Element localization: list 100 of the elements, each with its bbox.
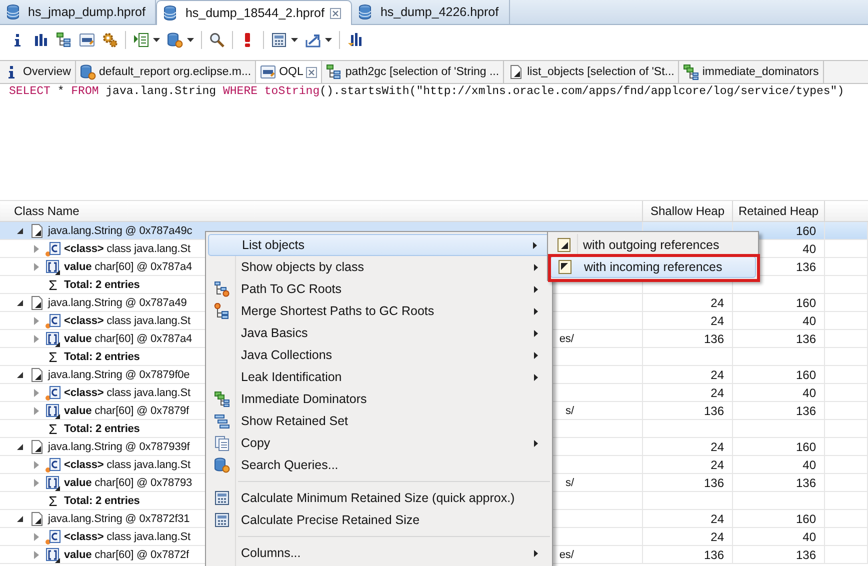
retained-heap-value: 40 — [802, 314, 816, 328]
shallow-heap-value: 24 — [710, 458, 724, 472]
shallow-heap-value: 136 — [704, 548, 724, 562]
query-icon — [260, 64, 276, 80]
class-name: <class> class java.lang.St — [64, 242, 190, 254]
class-name: <class> class java.lang.St — [64, 530, 190, 542]
tree-icon — [214, 303, 230, 319]
menu-item[interactable]: List objects — [208, 234, 550, 256]
caret-icon[interactable] — [187, 38, 194, 42]
sum-icon: Σ — [45, 276, 61, 292]
editor-tab[interactable]: hs_dump_4226.hprof — [352, 0, 510, 24]
bar-chart-icon[interactable] — [33, 32, 49, 48]
retained-heap-value: 136 — [796, 476, 816, 490]
collapse-arrow-icon[interactable] — [16, 298, 26, 308]
query-icon[interactable] — [79, 32, 95, 48]
class-name: Total: 2 entries — [64, 422, 140, 434]
caret-icon[interactable] — [325, 38, 332, 42]
copy-icon — [214, 435, 230, 451]
close-icon[interactable] — [330, 8, 342, 18]
document-icon — [29, 294, 45, 310]
menu-item[interactable]: with incoming references — [550, 256, 756, 278]
class-name: value char[60] @ 0x787a4 — [64, 260, 192, 272]
shallow-heap-value: 24 — [710, 386, 724, 400]
class-name: <class> class java.lang.St — [64, 386, 190, 398]
retained-heap-value: 136 — [796, 548, 816, 562]
menu-item[interactable]: Calculate Precise Retained Size — [208, 509, 550, 531]
close-icon[interactable] — [306, 66, 318, 78]
class-name: value char[60] @ 0x7879f — [64, 404, 189, 416]
stacked-bars-icon — [214, 413, 230, 429]
database-icon — [80, 64, 96, 80]
menu-item[interactable]: Show objects by class — [208, 256, 550, 278]
collapse-arrow-icon[interactable] — [16, 370, 26, 380]
calculator-icon — [214, 512, 230, 528]
collapse-arrow-icon[interactable] — [16, 226, 26, 236]
bar-chart-icon[interactable] — [347, 32, 363, 48]
class-icon — [45, 312, 61, 328]
shallow-heap-value: 24 — [710, 512, 724, 526]
document-icon — [29, 438, 45, 454]
array-icon — [45, 546, 61, 562]
tree-icon[interactable] — [56, 32, 72, 48]
class-icon — [45, 240, 61, 256]
column-header[interactable]: Shallow Heap — [643, 201, 733, 221]
list-icon[interactable] — [133, 32, 149, 48]
result-tab[interactable]: list_objects [selection of 'St... — [504, 61, 680, 83]
query-text: SELECT * FROM java.lang.String WHERE toString().startsWith("http://xmlns.oracle.com/apps/fnd/applcore/log/service/types") — [8, 84, 844, 98]
menu-item[interactable]: Java Basics — [208, 322, 550, 344]
class-icon — [45, 456, 61, 472]
retained-heap-value: 136 — [796, 260, 816, 274]
result-tab[interactable]: Overview — [0, 61, 76, 83]
retained-heap-value: 136 — [796, 404, 816, 418]
sum-icon: Σ — [45, 348, 61, 364]
database-icon[interactable] — [167, 32, 183, 48]
calculator-icon — [214, 490, 230, 506]
search-icon[interactable] — [209, 32, 225, 48]
menu-item[interactable]: Path To GC Roots — [208, 278, 550, 300]
menu-item[interactable]: with outgoing references — [550, 234, 756, 256]
menu-item[interactable]: Leak Identification — [208, 366, 550, 388]
collapse-arrow-icon[interactable] — [16, 442, 26, 452]
collapse-arrow-icon[interactable] — [16, 514, 26, 524]
class-name: Total: 2 entries — [64, 494, 140, 506]
shallow-heap-value: 24 — [710, 314, 724, 328]
retained-heap-value: 136 — [796, 332, 816, 346]
result-tab[interactable]: OQL — [256, 61, 322, 83]
caret-icon[interactable] — [153, 38, 160, 42]
document-icon — [556, 237, 572, 253]
calculator-icon[interactable] — [271, 32, 287, 48]
tree-icon — [326, 64, 342, 80]
class-name: value char[60] @ 0x787a4 — [64, 332, 192, 344]
document-icon — [29, 366, 45, 382]
retained-heap-value: 40 — [802, 530, 816, 544]
editor-tab[interactable]: hs_dump_18544_2.hprof — [156, 0, 352, 25]
result-tab[interactable]: path2gc [selection of 'String ... — [322, 61, 504, 83]
class-name: java.lang.String @ 0x7872f31 — [48, 512, 190, 524]
class-name: es/ — [559, 548, 575, 560]
tree-icon — [214, 281, 230, 297]
menu-item[interactable]: Java Collections — [208, 344, 550, 366]
query-editor[interactable]: SELECT * FROM java.lang.String WHERE toString().startsWith("http://xmlns.oracle.com/apps/fnd/applcore/log/service/types") — [0, 84, 868, 200]
document-icon — [508, 64, 524, 80]
export-icon[interactable] — [305, 32, 321, 48]
caret-icon[interactable] — [291, 38, 298, 42]
column-header[interactable]: Class Name — [0, 201, 643, 221]
class-name: java.lang.String @ 0x787939f — [48, 440, 190, 452]
editor-tab[interactable]: hs_jmap_dump.hprof — [0, 0, 156, 24]
gears-icon[interactable] — [102, 32, 118, 48]
menu-item[interactable]: Copy — [208, 432, 550, 454]
shallow-heap-value: 136 — [704, 404, 724, 418]
array-icon — [45, 402, 61, 418]
database-icon — [6, 4, 22, 20]
column-header[interactable]: Retained Heap — [733, 201, 825, 221]
class-icon — [45, 384, 61, 400]
shallow-heap-value: 24 — [710, 296, 724, 310]
shallow-heap-value: 24 — [710, 368, 724, 382]
class-name: java.lang.String @ 0x7879f0e — [48, 368, 190, 380]
menu-item[interactable]: Merge Shortest Paths to GC Roots — [208, 300, 550, 322]
class-name: s/ — [565, 476, 575, 488]
menu-item[interactable]: Search Queries... — [208, 454, 550, 476]
class-icon — [45, 528, 61, 544]
result-tab[interactable]: immediate_dominators — [679, 61, 824, 83]
retained-heap-value: 160 — [796, 296, 816, 310]
tree-icon — [683, 64, 700, 80]
